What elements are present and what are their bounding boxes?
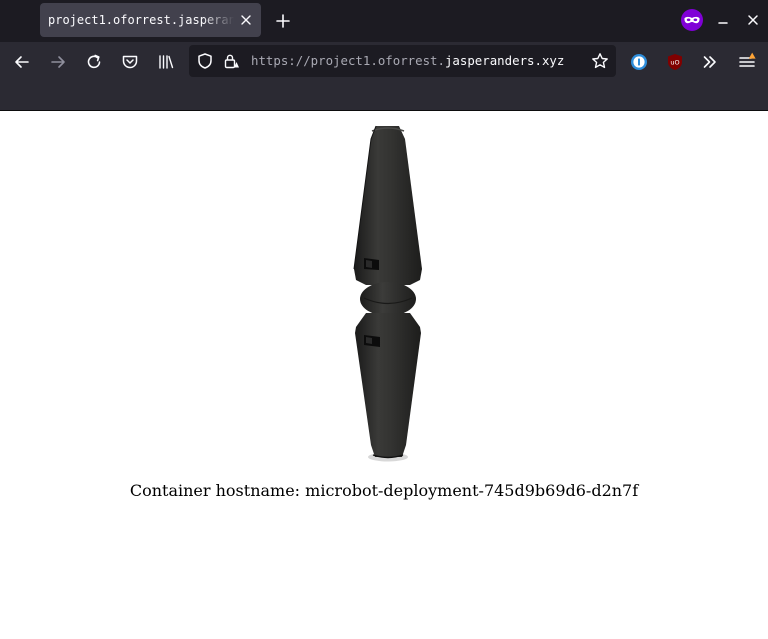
hostname-line: Container hostname: microbot-deployment-… xyxy=(0,481,768,501)
ublock-origin-icon[interactable]: uO xyxy=(664,51,686,73)
plus-icon[interactable] xyxy=(272,10,294,32)
arrow-left-icon[interactable] xyxy=(11,51,33,73)
lock-icon[interactable] xyxy=(220,50,242,72)
tab-title: project1.oforrest.jasperanders.xyz xyxy=(48,12,234,28)
tracking-shield-icon[interactable] xyxy=(194,50,216,72)
hamburger-menu-icon[interactable] xyxy=(736,51,758,73)
svg-text:uO: uO xyxy=(670,59,679,67)
minimize-icon[interactable] xyxy=(714,11,732,29)
url-bar[interactable]: https://project1.oforrest.jasperanders.x… xyxy=(189,45,616,77)
private-mask-icon xyxy=(680,8,704,32)
microbot-image xyxy=(353,125,422,462)
url-text[interactable]: https://project1.oforrest.jasperanders.x… xyxy=(251,53,564,69)
url-prefix: https://project1.oforrest. xyxy=(251,53,445,68)
page-content: Container hostname: microbot-deployment-… xyxy=(0,111,768,639)
reload-icon[interactable] xyxy=(83,51,105,73)
info-circle-icon[interactable] xyxy=(628,51,650,73)
tab-project1[interactable]: project1.oforrest.jasperanders.xyz xyxy=(40,3,261,37)
url-domain: jasperanders.xyz xyxy=(444,53,565,68)
window-close-icon[interactable] xyxy=(744,11,762,29)
pocket-icon[interactable] xyxy=(119,51,141,73)
star-icon[interactable] xyxy=(589,50,611,72)
hostname-label: Container hostname: xyxy=(129,481,301,500)
hostname-value: microbot-deployment-745d9b69d6-d2n7f xyxy=(305,481,639,500)
close-icon[interactable] xyxy=(237,11,255,29)
browser-chrome: project1.oforrest.jasperanders.xyz xyxy=(0,0,768,110)
arrow-right-icon[interactable] xyxy=(47,51,69,73)
tab-bar: project1.oforrest.jasperanders.xyz xyxy=(0,0,768,42)
library-icon[interactable] xyxy=(155,51,177,73)
chevron-double-right-icon[interactable] xyxy=(699,51,721,73)
